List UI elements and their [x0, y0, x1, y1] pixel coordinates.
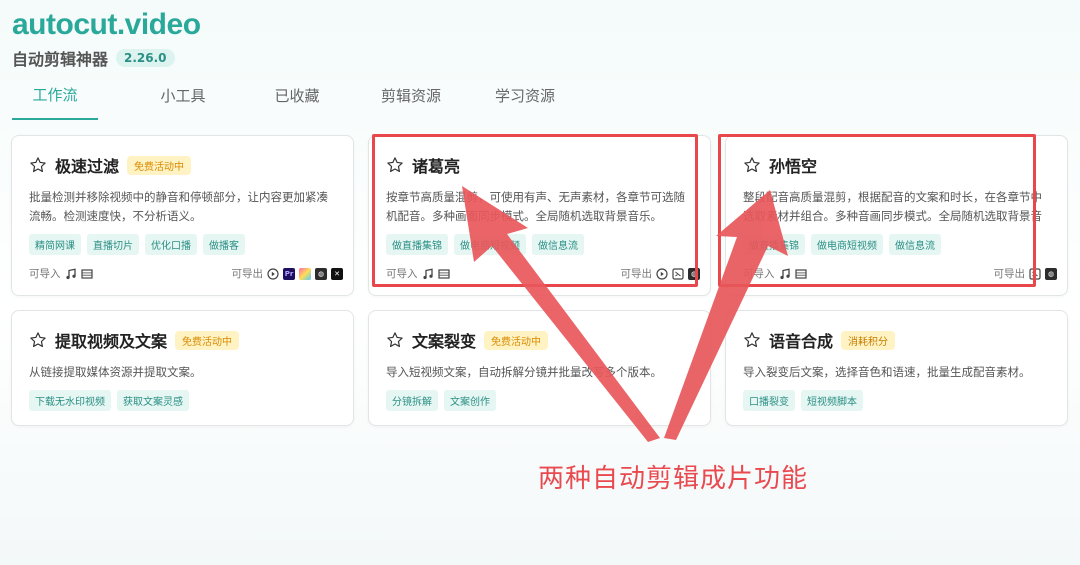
workflow-card-copy-variation[interactable]: 文案裂变 免费活动中 导入短视频文案，自动拆解分镜并批量改写多个版本。 分镜拆解… [368, 310, 711, 426]
card-description: 按章节高质量混剪，可使用有声、无声素材，各章节可选随机配音。多种画面同步模式。全… [386, 190, 685, 223]
brand-tagline: 自动剪辑神器 [12, 50, 109, 69]
tag: 直播切片 [87, 234, 139, 255]
card-description: 导入裂变后文案，选择音色和语速，批量生成配音素材。 [743, 365, 1031, 379]
favorite-star-icon[interactable] [29, 156, 47, 174]
davinci-resolve-icon: ◍ [688, 267, 700, 280]
favorite-star-icon[interactable] [743, 156, 761, 174]
davinci-resolve-icon: ◍ [315, 267, 327, 280]
music-icon [422, 268, 433, 279]
card-title: 诸葛亮 [412, 157, 461, 176]
workflow-card-sun-wukong[interactable]: 孙悟空 整段配音高质量混剪，根据配音的文案和时长，在各章节中选取素材并组合。多种… [725, 135, 1068, 296]
tag: 做播客 [203, 234, 245, 255]
capcut-icon: ✕ [331, 267, 343, 280]
tab-favorites[interactable]: 已收藏 [240, 76, 354, 120]
workflow-card-zhuge-liang[interactable]: 诸葛亮 按章节高质量混剪，可使用有声、无声素材，各章节可选随机配音。多种画面同步… [368, 135, 711, 296]
annotation-caption: 两种自动剪辑成片功能 [538, 464, 809, 494]
favorite-star-icon[interactable] [29, 331, 47, 349]
favorite-star-icon[interactable] [743, 331, 761, 349]
status-badge: 免费活动中 [127, 155, 192, 175]
brand: autocut.video 自动剪辑神器 2.26.0 [12, 8, 201, 70]
import-label: 可导入 [743, 268, 775, 280]
tag: 口播裂变 [743, 390, 795, 411]
jianying-icon [1029, 267, 1041, 280]
jianying-icon [672, 267, 684, 280]
import-label: 可导入 [29, 268, 61, 280]
play-circle-icon [267, 267, 279, 280]
card-title: 语音合成 [769, 332, 834, 351]
tag: 做信息流 [532, 234, 584, 255]
export-label: 可导出 [993, 268, 1026, 280]
tag: 获取文案灵感 [117, 390, 189, 411]
favorite-star-icon[interactable] [386, 156, 404, 174]
card-description: 导入短视频文案，自动拆解分镜并批量改写多个版本。 [386, 365, 662, 379]
card-title: 文案裂变 [412, 332, 477, 351]
tag: 短视频脚本 [801, 390, 863, 411]
card-title: 孙悟空 [769, 157, 818, 176]
tag: 精简网课 [29, 234, 81, 255]
premiere-pro-icon: Pr [283, 267, 295, 280]
card-title: 极速过滤 [55, 157, 120, 176]
tab-edit-resources[interactable]: 剪辑资源 [354, 76, 468, 120]
card-description: 从链接提取媒体资源并提取文案。 [29, 365, 202, 379]
card-description: 批量检测并移除视频中的静音和停顿部分，让内容更加紧凑流畅。检测速度快，不分析语义… [29, 190, 328, 223]
credit-badge: 消耗积分 [841, 330, 896, 350]
main-tabs: 工作流 小工具 已收藏 剪辑资源 学习资源 [12, 76, 582, 120]
davinci-resolve-icon: ◍ [1045, 267, 1057, 280]
favorite-star-icon[interactable] [386, 331, 404, 349]
card-description: 整段配音高质量混剪，根据配音的文案和时长，在各章节中选取素材并组合。多种音画同步… [743, 190, 1042, 223]
tab-workflow[interactable]: 工作流 [12, 76, 98, 120]
film-icon [794, 268, 807, 279]
status-badge: 免费活动中 [175, 330, 240, 350]
import-label: 可导入 [386, 268, 418, 280]
film-icon [437, 268, 450, 279]
status-badge: 免费活动中 [484, 330, 549, 350]
tag: 做信息流 [889, 234, 941, 255]
play-circle-icon [656, 267, 668, 280]
workflow-card-extract-video[interactable]: 提取视频及文案 免费活动中 从链接提取媒体资源并提取文案。 下载无水印视频 获取… [11, 310, 354, 426]
music-icon [65, 268, 76, 279]
tag: 分镜拆解 [386, 390, 438, 411]
workflow-card-speech-synthesis[interactable]: 语音合成 消耗积分 导入裂变后文案，选择音色和语速，批量生成配音素材。 口播裂变… [725, 310, 1068, 426]
final-cut-icon [299, 267, 311, 280]
workflow-card-fast-filter[interactable]: 极速过滤 免费活动中 批量检测并移除视频中的静音和停顿部分，让内容更加紧凑流畅。… [11, 135, 354, 296]
tag: 做电商短视频 [811, 234, 883, 255]
logo: autocut.video [12, 8, 201, 41]
tag: 做直播集锦 [743, 234, 805, 255]
music-icon [779, 268, 790, 279]
tag: 文案创作 [444, 390, 496, 411]
tag: 做电商短视频 [454, 234, 526, 255]
tag: 下载无水印视频 [29, 390, 111, 411]
export-label: 可导出 [620, 268, 653, 280]
tag: 优化口播 [145, 234, 197, 255]
tab-tools[interactable]: 小工具 [126, 76, 240, 120]
export-label: 可导出 [231, 268, 264, 280]
tab-learning-resources[interactable]: 学习资源 [468, 76, 582, 120]
tag: 做直播集锦 [386, 234, 448, 255]
version-badge: 2.26.0 [116, 49, 175, 67]
film-icon [80, 268, 93, 279]
card-title: 提取视频及文案 [55, 332, 168, 351]
